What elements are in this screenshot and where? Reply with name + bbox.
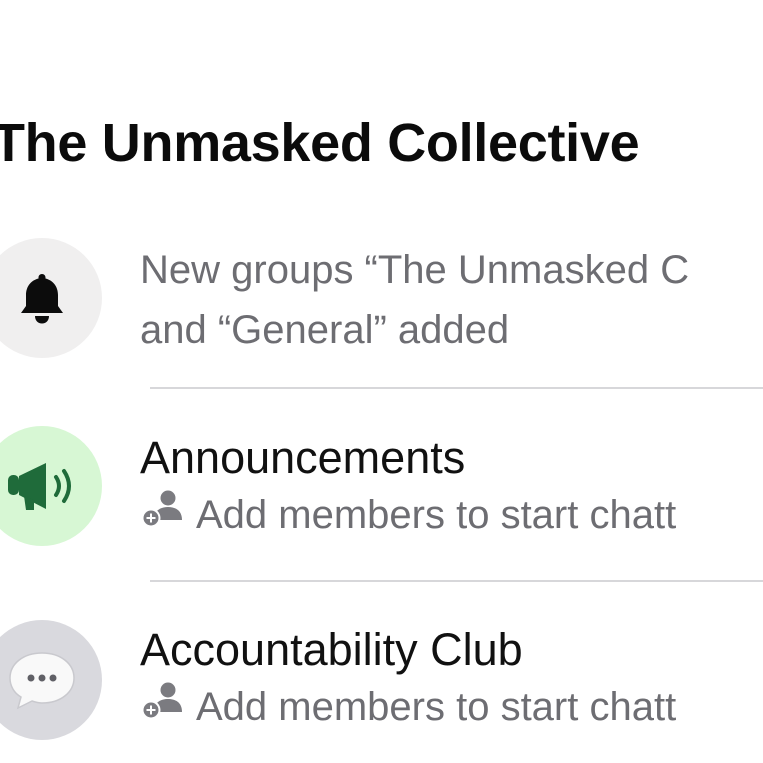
group-subtitle-text: Add members to start chatt [196,685,677,729]
community-screen: The Unmasked Collective New groups “The … [0,0,763,763]
group-subtitle: Add members to start chatt [140,678,763,736]
group-name: Announcements [140,432,466,483]
group-row-accountability-club[interactable]: Accountability Club Add members to start… [0,620,763,750]
bell-icon [16,270,68,326]
divider [150,387,763,389]
accountability-club-avatar [0,620,102,740]
add-member-icon [140,678,184,736]
community-title: The Unmasked Collective [0,113,640,173]
notice-avatar [0,238,102,358]
announcements-text: Announcements Add members to start chatt [140,430,763,544]
add-member-icon [140,486,184,544]
notice-line-1: New groups “The Unmasked C [140,248,690,292]
megaphone-icon [4,460,80,512]
group-subtitle: Add members to start chatt [140,486,763,544]
notice-row[interactable]: New groups “The Unmasked C and “General”… [0,238,763,378]
group-subtitle-text: Add members to start chatt [196,493,677,537]
group-name: Accountability Club [140,624,523,675]
divider [150,580,763,582]
announcements-avatar [0,426,102,546]
notice-line-2: and “General” added [140,308,510,352]
accountability-club-text: Accountability Club Add members to start… [140,622,763,736]
speech-bubble-icon [4,647,80,713]
group-row-announcements[interactable]: Announcements Add members to start chatt [0,426,763,556]
notice-text: New groups “The Unmasked C and “General”… [140,240,763,360]
